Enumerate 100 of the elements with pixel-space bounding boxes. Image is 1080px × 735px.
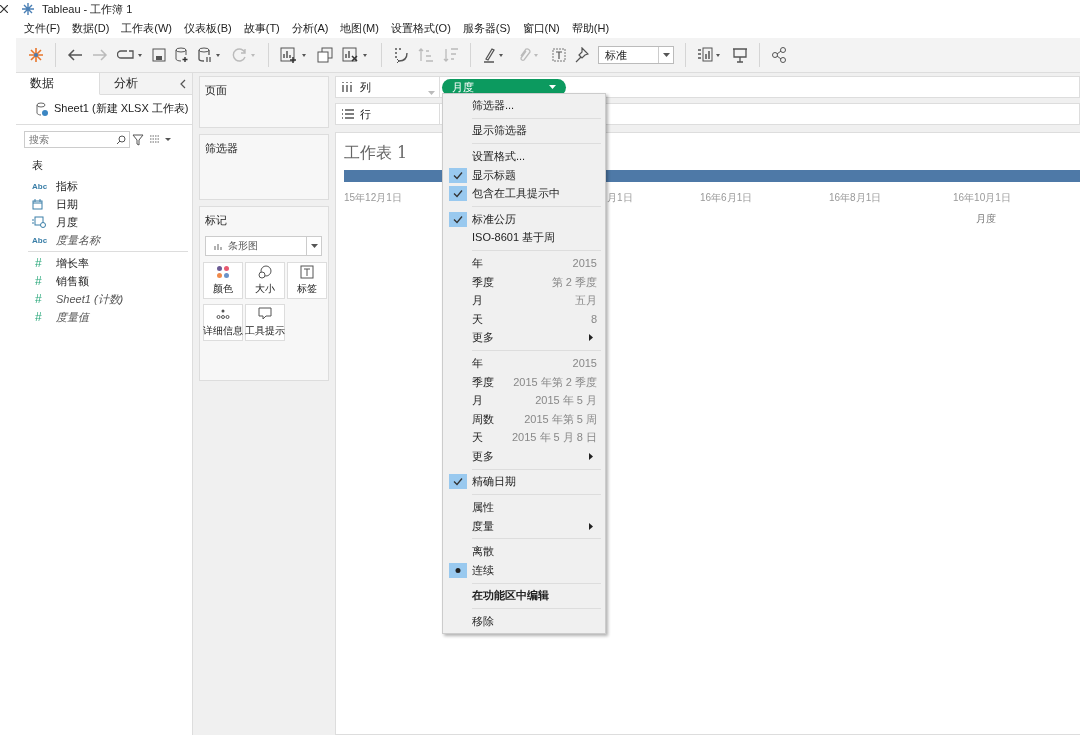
table-heading: 表: [31, 158, 44, 173]
window-title: Tableau - 工作簿 1: [42, 1, 133, 17]
mark-property-button[interactable]: 详细信息: [203, 304, 243, 341]
size-circles-icon: [258, 265, 272, 279]
detail-dots-icon: [216, 307, 230, 321]
menu-item[interactable]: 文件(F): [24, 20, 61, 36]
menu-item[interactable]: 更多: [443, 447, 605, 466]
menu-item[interactable]: 仪表板(B): [184, 20, 232, 36]
menu-item[interactable]: 精确日期: [443, 472, 605, 492]
menu-item[interactable]: ISO-8601 基于周: [443, 228, 605, 248]
mark-property-button[interactable]: 工具提示: [245, 304, 285, 341]
back-arrow-icon[interactable]: [67, 48, 83, 62]
field-item[interactable]: 月度: [56, 214, 78, 230]
save-icon[interactable]: [152, 48, 166, 62]
menu-item[interactable]: 故事(T): [243, 20, 280, 36]
logo-icon[interactable]: [28, 47, 44, 63]
menu-item[interactable]: 周数 2015 年第 5 周: [443, 409, 605, 429]
field-item[interactable]: 日期: [56, 196, 78, 212]
menu-item[interactable]: 窗口(N): [522, 20, 560, 36]
axis-tick-label: 16年6月1日: [700, 191, 753, 205]
menu-item[interactable]: 包含在工具提示中: [443, 184, 605, 203]
pane-tab[interactable]: 分析: [99, 73, 192, 95]
pause-datasource-icon[interactable]: [198, 47, 222, 63]
card-title: 筛选器: [204, 141, 239, 156]
axis-title: 月度: [976, 212, 996, 226]
number-type-icon: #: [32, 256, 42, 270]
fit-dropdown[interactable]: 标准: [598, 46, 674, 64]
menu-item[interactable]: 年 2015: [443, 254, 605, 273]
menu-item[interactable]: 月 五月: [443, 291, 605, 310]
menu-item[interactable]: 离散: [443, 542, 605, 562]
text-label-icon: [300, 265, 314, 279]
menu-item[interactable]: 设置格式(O): [390, 20, 451, 36]
field-item[interactable]: 度量名称: [56, 232, 100, 248]
caret-icon: [662, 53, 670, 57]
menu-item[interactable]: 设置格式...: [443, 147, 605, 166]
search-field[interactable]: 搜索: [24, 131, 130, 148]
menu-item[interactable]: 在功能区中编辑: [443, 586, 605, 606]
close-icon[interactable]: [0, 5, 8, 13]
mark-type-dropdown[interactable]: 条形图: [205, 236, 322, 256]
menu-item[interactable]: 度量: [443, 516, 605, 536]
field-item[interactable]: 增长率: [56, 255, 89, 271]
text-box-icon[interactable]: [552, 48, 566, 62]
menu-item[interactable]: 天 8: [443, 309, 605, 329]
menu-item[interactable]: 月 2015 年 5 月: [443, 391, 605, 410]
pin-icon[interactable]: [575, 47, 589, 63]
clear-sheet-icon[interactable]: [342, 47, 370, 63]
speech-bubble-icon: [258, 307, 272, 321]
duplicate-sheet-icon[interactable]: [317, 47, 333, 63]
filter-icon[interactable]: [132, 133, 144, 146]
data-source-name[interactable]: Sheet1 (新建 XLSX 工作表): [54, 101, 189, 116]
redo-loop-icon[interactable]: [117, 48, 143, 62]
menu-item[interactable]: 标准公历: [443, 209, 605, 229]
menu-item[interactable]: 年 2015: [443, 354, 605, 373]
menu-item[interactable]: 属性: [443, 498, 605, 517]
number-type-icon: #: [32, 274, 42, 288]
calendar-clock-icon: [32, 216, 47, 228]
menu-item[interactable]: 数据(D): [72, 20, 110, 36]
columns-icon: [342, 82, 354, 92]
add-datasource-icon[interactable]: [175, 47, 189, 63]
menu-item[interactable]: 季度 第 2 季度: [443, 272, 605, 292]
show-me-icon[interactable]: [697, 47, 723, 63]
presentation-icon[interactable]: [732, 47, 748, 63]
menu-item[interactable]: 移除: [443, 612, 605, 631]
menu-item[interactable]: 季度 2015 年第 2 季度: [443, 372, 605, 392]
menu-item[interactable]: 工作表(W): [121, 20, 173, 36]
menu-item[interactable]: 显示筛选器: [443, 121, 605, 141]
caret-icon: [310, 244, 318, 248]
list-view-icon[interactable]: [150, 134, 172, 145]
color-dots-icon: [216, 265, 230, 279]
menu-item[interactable]: 连续: [443, 561, 605, 580]
number-type-icon: #: [32, 292, 42, 306]
axis-tick-label: 16年10月1日: [953, 191, 1011, 205]
menu-item[interactable]: 分析(A): [291, 20, 329, 36]
mark-type-label: 条形图: [228, 239, 258, 253]
menu-item[interactable]: 帮助(H): [571, 20, 610, 36]
number-type-icon: #: [32, 310, 42, 324]
mark-property-button[interactable]: 标签: [287, 262, 327, 299]
text-type-icon: Abc: [32, 235, 48, 245]
bar-chart-icon: [214, 242, 224, 250]
field-item[interactable]: Sheet1 (计数): [56, 291, 124, 307]
menu-item[interactable]: 显示标题: [443, 165, 605, 185]
pane-tab[interactable]: 数据: [16, 73, 100, 95]
field-item[interactable]: 指标: [56, 178, 78, 194]
card-title: 标记: [204, 213, 228, 228]
share-icon[interactable]: [771, 47, 787, 63]
collapse-chevron-icon[interactable]: [180, 79, 186, 89]
menu-item[interactable]: 筛选器...: [443, 96, 605, 115]
menu-item[interactable]: 天 2015 年 5 月 8 日: [443, 428, 605, 448]
swap-icon[interactable]: [393, 47, 409, 63]
mark-property-button[interactable]: 颜色: [203, 262, 243, 299]
mark-property-button[interactable]: 大小: [245, 262, 285, 299]
new-sheet-icon[interactable]: [280, 47, 308, 63]
menu-item[interactable]: 更多: [443, 328, 605, 348]
shelf-label: 列: [360, 79, 371, 95]
field-item[interactable]: 销售额: [56, 273, 89, 289]
menu-item[interactable]: 地图(M): [340, 20, 379, 36]
menu-item[interactable]: 服务器(S): [462, 20, 511, 36]
calendar-icon: [32, 198, 43, 210]
field-item[interactable]: 度量值: [56, 309, 89, 325]
card-title: 页面: [204, 83, 228, 98]
